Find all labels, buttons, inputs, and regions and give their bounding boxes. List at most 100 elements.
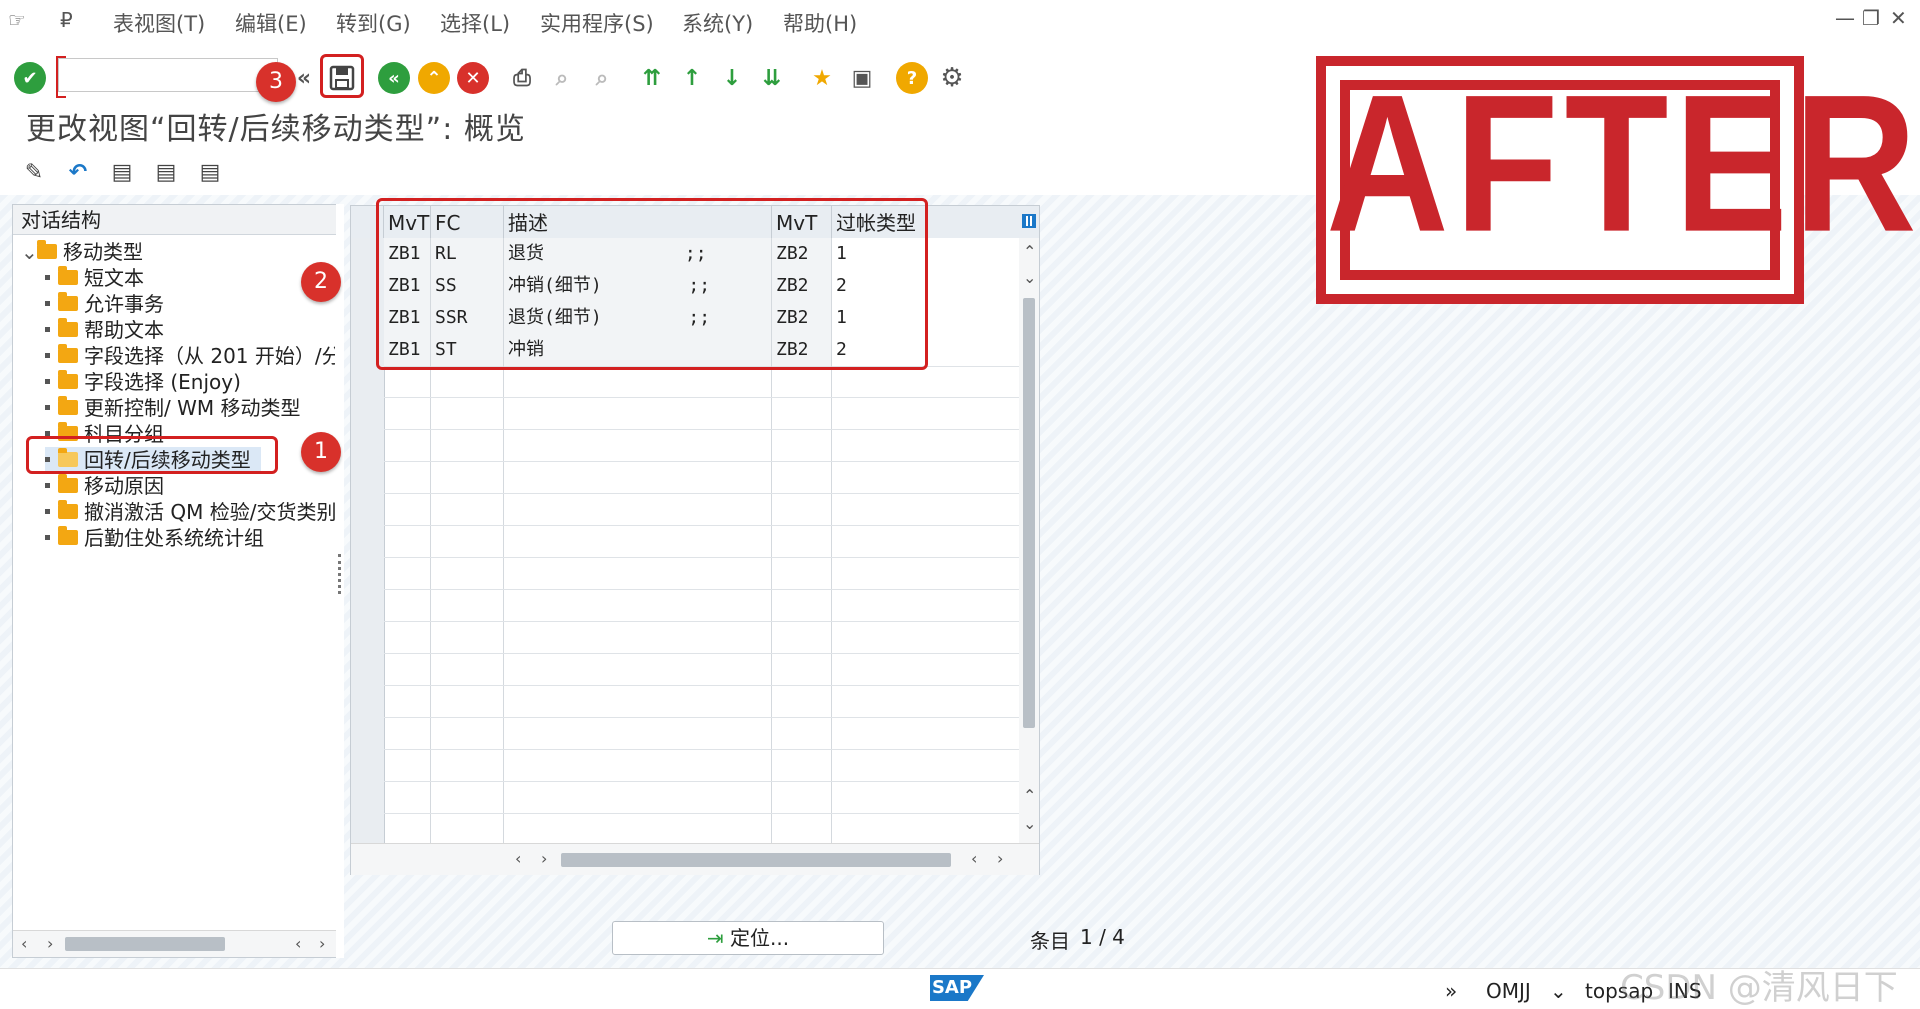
tree-root-label: 移动类型 <box>63 240 143 264</box>
entry-label: 条目 <box>1030 929 1070 953</box>
tree-item-label: 允许事务 <box>84 292 164 316</box>
tree-item-label: 字段选择（从 201 开始）/分 <box>84 344 335 368</box>
menu-help[interactable]: 帮助(H) <box>783 8 857 38</box>
bullet-icon <box>45 483 50 488</box>
tree-item[interactable]: 短文本 <box>45 265 144 291</box>
new-entries-icon[interactable]: ▤ <box>106 156 138 188</box>
tree-item-label: 帮助文本 <box>84 318 164 342</box>
annotation-badge-1: 1 <box>301 432 341 472</box>
delete-icon[interactable]: ▤ <box>194 156 226 188</box>
tree-horizontal-scrollbar[interactable]: ‹ › ‹ › <box>13 930 336 957</box>
shortcut-icon[interactable]: ▣ <box>846 62 878 94</box>
tree-item[interactable]: 字段选择 (Enjoy) <box>45 369 241 395</box>
table-horizontal-scrollbar[interactable]: ‹ › ‹ › <box>351 843 1039 875</box>
tree-item[interactable]: 允许事务 <box>45 291 164 317</box>
undo-icon[interactable]: ↶ <box>62 156 94 188</box>
chevron-down-icon[interactable]: ⌄ <box>1550 979 1567 1003</box>
tree-item[interactable]: 更新控制/ WM 移动类型 <box>45 395 300 421</box>
locate-button[interactable]: ⇥ 定位... <box>612 921 884 955</box>
after-stamp-text: AFTER <box>1326 54 1920 274</box>
find-next-icon[interactable]: ⌕ <box>586 62 618 94</box>
print-icon[interactable]: ⎙ <box>506 62 538 94</box>
status-expand-icon[interactable]: » <box>1445 979 1457 1003</box>
tree-item[interactable]: 后勤住处系统统计组 <box>45 525 264 551</box>
display-change-icon[interactable]: ✎ <box>18 156 50 188</box>
scroll-right-icon[interactable]: › <box>47 934 53 953</box>
first-page-icon[interactable]: ⇈ <box>636 62 668 94</box>
scroll-down-icon[interactable]: ⌄ <box>1023 268 1036 287</box>
bullet-icon <box>45 535 50 540</box>
tree-item[interactable]: 字段选择（从 201 开始）/分 <box>45 343 335 369</box>
scroll-left-icon[interactable]: ‹ <box>295 934 301 953</box>
back-icon[interactable]: « <box>378 62 410 94</box>
annotation-box-tree-item <box>26 436 278 474</box>
empty-rows[interactable] <box>384 366 1019 843</box>
folder-icon <box>58 396 78 415</box>
tree-header: 对话结构 <box>13 205 336 235</box>
prev-page-icon[interactable]: ↑ <box>676 62 708 94</box>
entry-count: 1 / 4 <box>1080 925 1125 949</box>
menu-goto[interactable]: 转到(G) <box>336 8 411 38</box>
menu-bar: ☞ ₽ 表视图(T) 编辑(E) 转到(G) 选择(L) 实用程序(S) 系统(… <box>0 0 1920 41</box>
table-vertical-scrollbar[interactable]: ⌃ ⌄ ⌃ ⌄ <box>1019 238 1039 843</box>
scroll-thumb[interactable] <box>561 853 951 867</box>
scroll-up-icon[interactable]: ⌃ <box>1023 242 1036 261</box>
panel-splitter[interactable] <box>336 204 344 958</box>
tree-item[interactable]: 移动原因 <box>45 473 164 499</box>
next-page-icon[interactable]: ↓ <box>716 62 748 94</box>
last-page-icon[interactable]: ⇊ <box>756 62 788 94</box>
scroll-left-icon[interactable]: ‹ <box>21 934 27 953</box>
scroll-right-icon[interactable]: › <box>997 849 1003 868</box>
status-transaction: OMJJ <box>1486 979 1531 1003</box>
command-field[interactable] <box>56 56 278 98</box>
scroll-left-icon[interactable]: ‹ <box>971 849 977 868</box>
scroll-down-icon[interactable]: ⌄ <box>1023 814 1036 833</box>
tree-item-label: 移动原因 <box>84 474 164 498</box>
folder-icon <box>58 526 78 545</box>
restore-icon[interactable]: ❐ <box>1862 6 1880 30</box>
page-title: 更改视图“回转/后续移动类型”: 概览 <box>26 112 526 147</box>
annotation-badge-2: 2 <box>301 262 341 302</box>
tree-item-label: 字段选择 (Enjoy) <box>84 370 241 394</box>
bullet-icon <box>45 405 50 410</box>
menu-selection[interactable]: 选择(L) <box>440 8 510 38</box>
custom-menu-icon[interactable]: ₽ <box>60 8 73 32</box>
chevron-down-icon[interactable]: ⌄ <box>21 239 38 265</box>
new-session-icon[interactable]: ★ <box>806 62 838 94</box>
annotation-box-save <box>320 54 364 98</box>
menu-table-view[interactable]: 表视图(T) <box>113 8 205 38</box>
scroll-thumb[interactable] <box>1023 298 1035 728</box>
folder-icon <box>58 292 78 311</box>
find-icon[interactable]: ⌕ <box>546 62 578 94</box>
exit-icon[interactable]: ⌃ <box>418 62 450 94</box>
menu-edit[interactable]: 编辑(E) <box>235 8 307 38</box>
minimize-icon[interactable]: — <box>1835 6 1855 30</box>
menu-utilities[interactable]: 实用程序(S) <box>540 8 654 38</box>
locate-button-label: 定位... <box>730 926 790 950</box>
system-menu-icon[interactable]: ☞ <box>8 8 26 32</box>
close-window-icon[interactable]: ✕ <box>1890 6 1907 30</box>
scroll-left-icon[interactable]: ‹ <box>515 849 521 868</box>
tree-item[interactable]: 撤消激活 QM 检验/交货类别 <box>45 499 335 525</box>
settings-icon[interactable]: ⚙ <box>936 62 968 94</box>
enter-icon[interactable]: ✔ <box>14 62 46 94</box>
cancel-icon[interactable]: ✕ <box>457 62 489 94</box>
folder-icon <box>58 344 78 363</box>
bullet-icon <box>45 275 50 280</box>
dialog-structure-panel: 对话结构 ⌄ 移动类型 短文本 允许事务 帮助文本 字段选择（从 201 开始）/… <box>12 204 337 958</box>
tree-item[interactable]: 帮助文本 <box>45 317 164 343</box>
scroll-up-icon[interactable]: ⌃ <box>1023 786 1036 805</box>
sap-logo: SAP <box>930 975 984 1001</box>
help-icon[interactable]: ? <box>896 62 928 94</box>
tree-root-item[interactable]: ⌄ 移动类型 <box>21 239 143 265</box>
copy-as-icon[interactable]: ▤ <box>150 156 182 188</box>
scroll-right-icon[interactable]: › <box>319 934 325 953</box>
watermark: CSDN @清风日下 <box>1620 968 1898 1008</box>
bullet-icon <box>45 327 50 332</box>
column-settings-icon[interactable] <box>1019 206 1039 238</box>
scroll-thumb[interactable] <box>65 937 225 951</box>
after-stamp: AFTER <box>1316 55 1917 304</box>
menu-system[interactable]: 系统(Y) <box>682 8 753 38</box>
tree-item-label: 更新控制/ WM 移动类型 <box>84 396 301 420</box>
scroll-right-icon[interactable]: › <box>541 849 547 868</box>
